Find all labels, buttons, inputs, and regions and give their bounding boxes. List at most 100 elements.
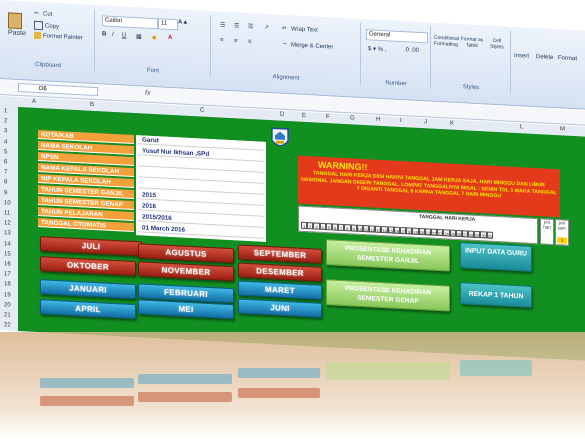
fx-icon[interactable]: fx bbox=[145, 90, 150, 97]
merge-icon: ⇔ bbox=[282, 40, 288, 48]
row-header[interactable]: 1 bbox=[4, 108, 7, 114]
italic-button[interactable]: I bbox=[112, 32, 114, 38]
copy-icon bbox=[34, 20, 43, 31]
orientation-icon[interactable]: ↗ bbox=[264, 24, 269, 31]
align-top-icon[interactable]: ☰ bbox=[220, 22, 225, 29]
rekap-tahun-button[interactable]: REKAP 1 TAHUN bbox=[460, 282, 532, 308]
reflection-shape bbox=[460, 360, 532, 376]
total-days-cell[interactable]: jml hari bbox=[540, 218, 554, 246]
total-hours-cell[interactable]: jml jam 3 bbox=[555, 219, 569, 246]
column-header[interactable]: G bbox=[350, 115, 355, 121]
cells-group: Insert Delete Format bbox=[512, 31, 584, 97]
bold-button[interactable]: B bbox=[102, 31, 106, 37]
copy-button[interactable]: Copy bbox=[34, 20, 59, 31]
row-header[interactable]: 2 bbox=[4, 118, 7, 124]
align-left-icon[interactable]: ≡ bbox=[220, 38, 224, 44]
input-data-guru-button[interactable]: INPUT DATA GURU bbox=[460, 242, 532, 272]
row-header[interactable]: 13 bbox=[4, 231, 11, 237]
column-header[interactable]: J bbox=[424, 119, 427, 125]
paste-label: Paste bbox=[8, 29, 26, 38]
row-header[interactable]: 20 bbox=[4, 302, 11, 308]
grow-font-button[interactable]: A▲ bbox=[178, 19, 188, 26]
column-header[interactable]: E bbox=[302, 113, 306, 119]
cell-styles-button[interactable]: Cell Styles bbox=[486, 37, 508, 51]
column-header[interactable]: L bbox=[520, 124, 523, 130]
school-emblem-icon bbox=[271, 127, 289, 147]
reflection-shape bbox=[40, 396, 134, 406]
borders-icon[interactable]: ▦ bbox=[136, 33, 142, 40]
font-name-select[interactable]: Calibri bbox=[102, 15, 158, 30]
excel-window: Paste ✂ Cut Copy Format Painter Clipboard… bbox=[0, 0, 585, 361]
row-header[interactable]: 3 bbox=[4, 129, 7, 135]
format-painter-label: Format Painter bbox=[43, 33, 83, 42]
row-header[interactable]: 10 bbox=[4, 200, 11, 206]
alignment-group-label: Alignment bbox=[272, 74, 300, 82]
day-cell[interactable]: 31 bbox=[486, 231, 493, 239]
name-box[interactable]: D6 bbox=[18, 82, 98, 97]
underline-button[interactable]: U bbox=[122, 32, 126, 38]
row-header[interactable]: 11 bbox=[4, 210, 10, 216]
paintbrush-icon bbox=[34, 31, 41, 40]
column-header[interactable]: M bbox=[560, 126, 565, 132]
fill-color-icon[interactable]: ◆ bbox=[152, 34, 157, 41]
row-header[interactable]: 7 bbox=[4, 169, 7, 175]
row-header[interactable]: 22 bbox=[4, 322, 11, 328]
wrap-text-button[interactable]: ↵ Wrap Text bbox=[282, 25, 318, 34]
merge-center-button[interactable]: ⇔ Merge & Center bbox=[282, 41, 333, 51]
number-group-label: Number bbox=[385, 80, 407, 88]
reflection-shape bbox=[326, 362, 450, 380]
reflection-shape bbox=[40, 378, 134, 388]
row-header[interactable]: 6 bbox=[4, 159, 7, 165]
format-as-table-button[interactable]: Format as Table bbox=[460, 36, 484, 49]
cut-button[interactable]: ✂ Cut bbox=[34, 10, 52, 18]
delete-button[interactable]: Delete bbox=[536, 54, 553, 61]
row-header[interactable]: 8 bbox=[4, 180, 7, 186]
row-header[interactable]: 9 bbox=[4, 190, 7, 196]
row-header[interactable]: 17 bbox=[4, 271, 11, 277]
format-painter-button[interactable]: Format Painter bbox=[34, 31, 83, 42]
row-header[interactable]: 12 bbox=[4, 220, 11, 226]
merge-center-label: Merge & Center bbox=[291, 42, 334, 51]
row-header[interactable]: 21 bbox=[4, 312, 11, 318]
number-format-select[interactable]: General bbox=[366, 29, 428, 44]
insert-button[interactable]: Insert bbox=[514, 53, 529, 60]
column-header[interactable]: F bbox=[326, 114, 330, 120]
row-header[interactable]: 18 bbox=[4, 282, 11, 288]
align-bottom-icon[interactable]: ☰ bbox=[248, 23, 253, 30]
column-header[interactable]: D bbox=[280, 112, 284, 118]
wrap-text-label: Wrap Text bbox=[291, 26, 318, 34]
column-header[interactable]: I bbox=[400, 118, 402, 124]
sheet-reflection bbox=[0, 332, 585, 439]
column-header[interactable]: B bbox=[90, 102, 94, 108]
scissors-icon: ✂ bbox=[34, 10, 40, 18]
column-header[interactable]: H bbox=[376, 117, 380, 123]
row-header[interactable]: 19 bbox=[4, 292, 11, 298]
reflection-shape bbox=[138, 374, 232, 384]
align-right-icon[interactable]: ≡ bbox=[248, 39, 252, 45]
row-header[interactable]: 15 bbox=[4, 251, 11, 257]
align-middle-icon[interactable]: ☰ bbox=[234, 22, 239, 29]
row-header[interactable]: 5 bbox=[4, 149, 7, 155]
column-header[interactable]: C bbox=[200, 107, 204, 113]
paste-button[interactable]: Paste bbox=[8, 12, 26, 37]
styles-group: Conditional Formatting Format as Table C… bbox=[432, 26, 511, 93]
row-header[interactable]: 14 bbox=[4, 241, 11, 247]
decimal-icon[interactable]: .0 .00 bbox=[404, 47, 419, 54]
styles-group-label: Styles bbox=[462, 84, 480, 92]
format-button[interactable]: Format bbox=[558, 55, 577, 62]
total-hours-value: 3 bbox=[557, 237, 567, 244]
row-header[interactable]: 4 bbox=[4, 139, 7, 145]
currency-icon[interactable]: $ ▾ % , bbox=[368, 45, 386, 53]
working-days-label: TANGGAL HARI KERJA bbox=[419, 213, 476, 223]
conditional-formatting-button[interactable]: Conditional Formatting bbox=[434, 35, 459, 48]
font-group-label: Font bbox=[146, 67, 159, 75]
total-hours-label: jml jam bbox=[558, 220, 566, 231]
clipboard-group-label: Clipboard bbox=[35, 61, 61, 70]
row-header[interactable]: 16 bbox=[4, 261, 11, 267]
column-header[interactable]: A bbox=[32, 99, 36, 105]
column-header[interactable]: K bbox=[450, 121, 454, 127]
font-size-select[interactable]: 11 bbox=[158, 18, 178, 31]
number-group: General $ ▾ % , .0 .00 Number bbox=[362, 22, 431, 89]
font-color-icon[interactable]: A bbox=[168, 35, 172, 41]
align-center-icon[interactable]: ≡ bbox=[234, 38, 238, 44]
